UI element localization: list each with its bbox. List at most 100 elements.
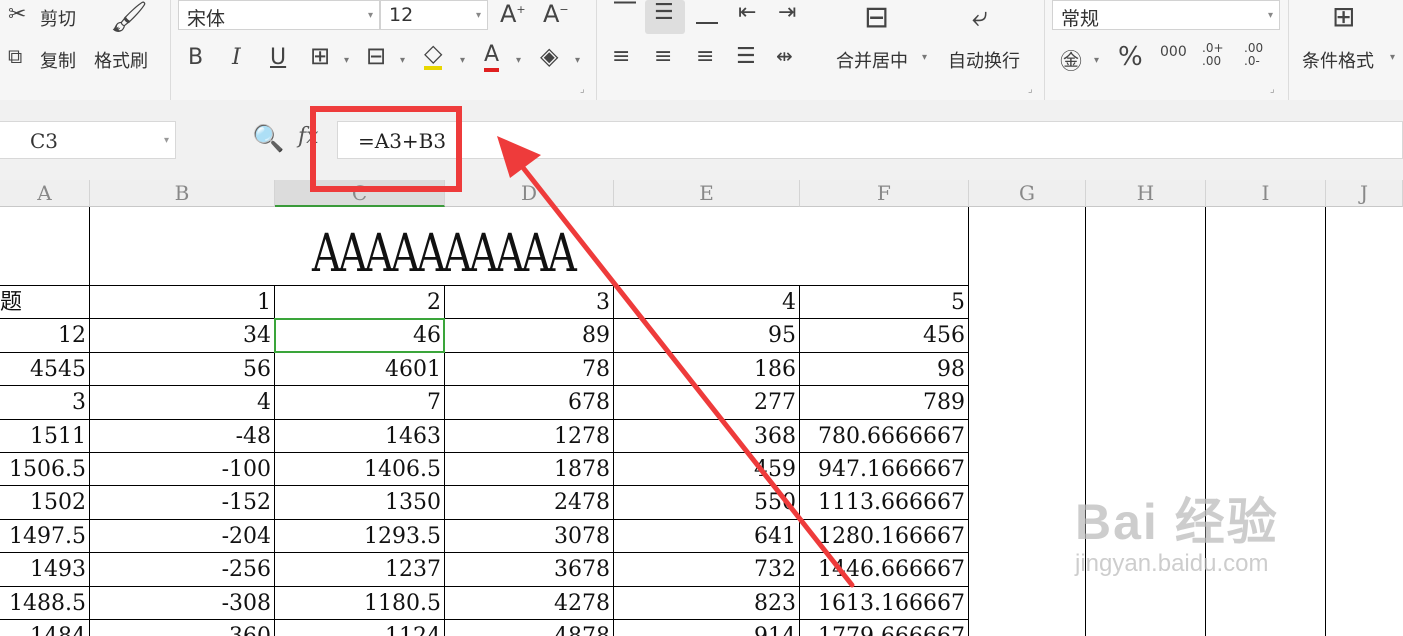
formula-input[interactable]: =A3+B3 [337,121,1403,159]
sheet-title[interactable]: AAAAAAAAAA [312,224,577,284]
thousands-button[interactable]: 000 [1160,44,1187,60]
cell-a8[interactable]: 1502 [0,486,90,519]
cell-f8[interactable]: 1113.666667 [800,486,969,519]
cell-c4[interactable]: 4601 [275,353,445,386]
italic-button[interactable]: I [232,45,241,70]
cell-c9[interactable]: 1293.5 [275,520,445,553]
cell-e4[interactable]: 186 [614,353,800,386]
number-format-select[interactable]: 常规 ▾ [1052,0,1280,30]
cell-b8[interactable]: -152 [90,486,275,519]
bold-button[interactable]: B [188,45,203,70]
distributed-icon[interactable]: ⇹ [776,44,793,68]
cell-c10[interactable]: 1237 [275,553,445,586]
column-header-a[interactable]: A [0,180,90,207]
cell-c7[interactable]: 1406.5 [275,453,445,486]
decrease-indent-icon[interactable]: ⇤ [738,0,756,25]
dialog-launcher-icon[interactable]: ⌟ [1270,84,1275,95]
cell-b4[interactable]: 56 [90,353,275,386]
column-header-j[interactable]: J [1326,180,1403,207]
cell-e8[interactable]: 550 [614,486,800,519]
cell-d9[interactable]: 3078 [445,520,614,553]
cell-e3[interactable]: 95 [614,319,800,352]
column-header-g[interactable]: G [969,180,1086,207]
cell-a3[interactable]: 12 [0,319,90,352]
cell-e10[interactable]: 732 [614,553,800,586]
fill-color-icon[interactable]: ◇ [424,40,443,70]
cell-d6[interactable]: 1278 [445,420,614,453]
cell-f10[interactable]: 1446.666667 [800,553,969,586]
fill-style-icon[interactable]: ⊟ [366,42,386,70]
cell-b11[interactable]: -308 [90,587,275,620]
cell-c2[interactable]: 2 [275,286,445,319]
cell-d12[interactable]: 4878 [445,620,614,636]
conditional-format-button[interactable]: ⊞ 条件格式 ▾ [1296,0,1403,80]
dialog-launcher-icon[interactable]: ⌟ [580,84,585,95]
align-top-icon[interactable]: ⎺ [614,0,636,25]
font-name-select[interactable]: 宋体 ▾ [178,0,380,30]
column-header-h[interactable]: H [1086,180,1206,207]
border-icon[interactable]: ⊞ [310,42,330,70]
justify-icon[interactable]: ☰ [736,44,756,69]
cell-e6[interactable]: 368 [614,420,800,453]
underline-button[interactable]: U [270,45,286,70]
eraser-icon[interactable]: ◈ [540,42,558,70]
cell-d5[interactable]: 678 [445,386,614,419]
increase-decimal-button[interactable]: .0+ .00 [1202,42,1228,68]
cell-b12[interactable]: -360 [90,620,275,636]
align-bottom-icon[interactable]: ⎽ [696,0,718,25]
merge-center-button[interactable]: ⊟ 合并居中 ▾ [830,0,934,80]
cell-c8[interactable]: 1350 [275,486,445,519]
cell-d7[interactable]: 1878 [445,453,614,486]
cell-f12[interactable]: 1779.666667 [800,620,969,636]
cell-b6[interactable]: -48 [90,420,275,453]
zoom-formula-icon[interactable]: 🔍 [252,124,284,154]
align-middle-icon[interactable]: ☰ [654,0,674,25]
cell-f7[interactable]: 947.1666667 [800,453,969,486]
cell-a2[interactable]: 题 [0,286,88,319]
font-color-button[interactable]: A [484,42,500,72]
cell-f9[interactable]: 1280.166667 [800,520,969,553]
cell-c6[interactable]: 1463 [275,420,445,453]
column-header-b[interactable]: B [90,180,275,207]
cell-f2[interactable]: 5 [800,286,969,319]
cell-a6[interactable]: 1511 [0,420,90,453]
align-right-icon[interactable]: ≡ [696,44,714,69]
dialog-launcher-icon[interactable]: ⌟ [1028,84,1033,95]
cell-d3[interactable]: 89 [445,319,614,352]
column-header-f[interactable]: F [800,180,969,207]
name-box[interactable]: C3 ▾ [0,121,176,159]
column-header-d[interactable]: D [445,180,614,207]
cell-b10[interactable]: -256 [90,553,275,586]
cell-d8[interactable]: 2478 [445,486,614,519]
cell-d2[interactable]: 3 [445,286,614,319]
cell-f5[interactable]: 789 [800,386,969,419]
cell-e12[interactable]: 914 [614,620,800,636]
cell-d11[interactable]: 4278 [445,587,614,620]
format-painter-button[interactable]: 🖌 格式刷 [92,0,162,80]
increase-font-icon[interactable]: A+ [500,0,526,28]
cell-f6[interactable]: 780.6666667 [800,420,969,453]
cell-c11[interactable]: 1180.5 [275,587,445,620]
cell-a4[interactable]: 4545 [0,353,90,386]
font-size-select[interactable]: 12 ▾ [380,0,488,30]
cell-c12[interactable]: 1124 [275,620,445,636]
copy-button[interactable]: ⧉ 复制 [6,44,86,74]
column-header-i[interactable]: I [1206,180,1326,207]
cell-e9[interactable]: 641 [614,520,800,553]
cell-f4[interactable]: 98 [800,353,969,386]
currency-icon[interactable]: ㊎ [1060,44,1082,76]
cell-e2[interactable]: 4 [614,286,800,319]
cell-a7[interactable]: 1506.5 [0,453,90,486]
cell-e7[interactable]: 459 [614,453,800,486]
cell-b3[interactable]: 34 [90,319,275,352]
cell-b5[interactable]: 4 [90,386,275,419]
cell-b7[interactable]: -100 [90,453,275,486]
percent-button[interactable]: % [1118,42,1143,72]
cell-d10[interactable]: 3678 [445,553,614,586]
cell-a5[interactable]: 3 [0,386,90,419]
cell-a10[interactable]: 1493 [0,553,90,586]
cell-e5[interactable]: 277 [614,386,800,419]
cell-b2[interactable]: 1 [90,286,275,319]
cell-f11[interactable]: 1613.166667 [800,587,969,620]
cut-button[interactable]: ✂ 剪切 [6,2,86,32]
